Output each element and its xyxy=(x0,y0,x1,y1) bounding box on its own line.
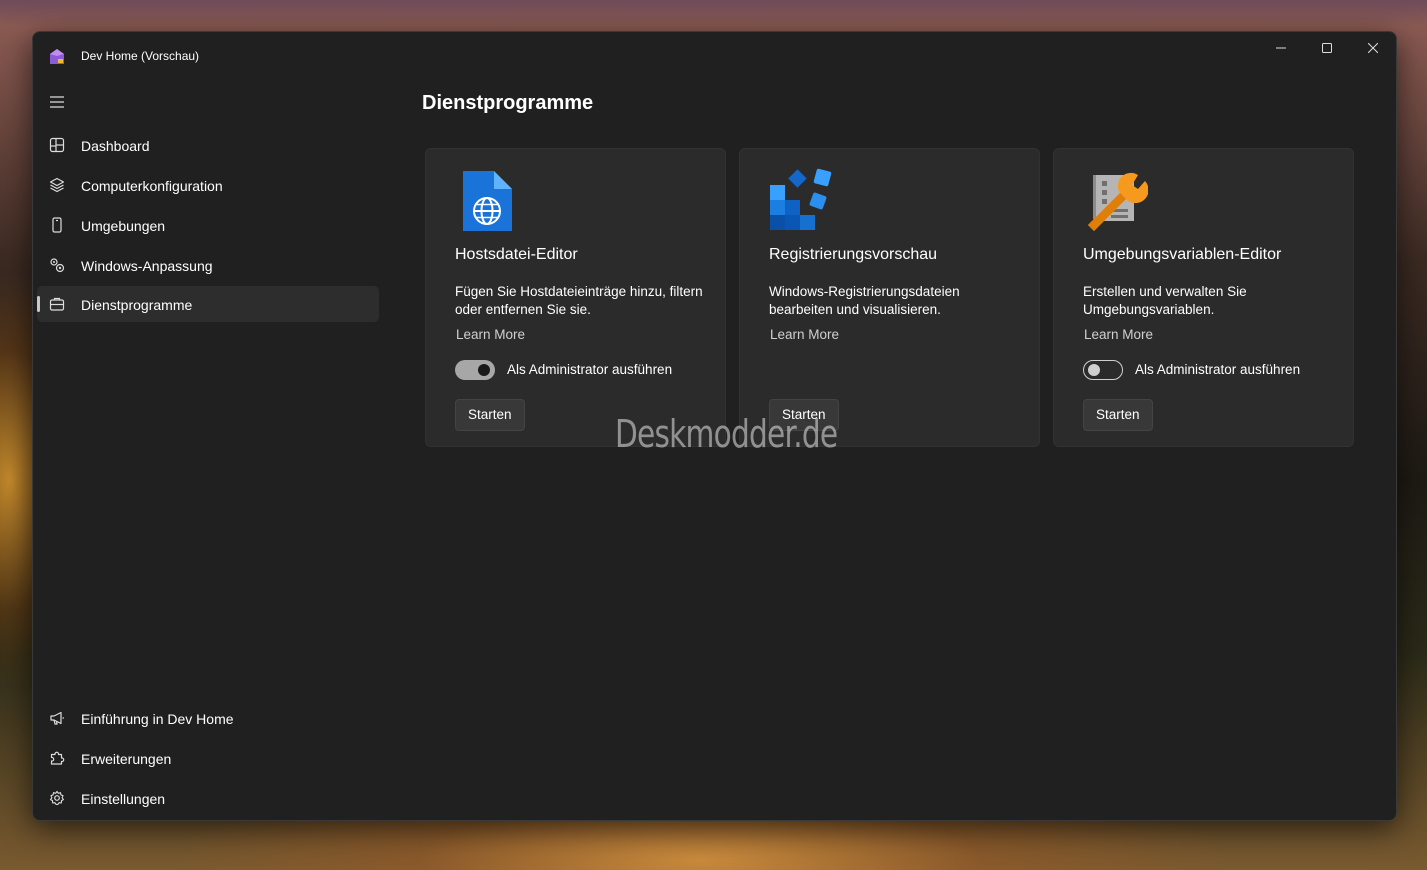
run-as-admin-toggle[interactable] xyxy=(455,360,495,380)
watermark-text: Deskmodder.de xyxy=(615,412,838,456)
run-as-admin-toggle[interactable] xyxy=(1083,360,1123,380)
megaphone-icon xyxy=(50,711,64,725)
menu-toggle-button[interactable] xyxy=(45,90,69,114)
nav-item-computerkonfiguration[interactable]: Computerkonfiguration xyxy=(37,167,379,203)
utility-name: Umgebungsvariablen-Editor xyxy=(1083,246,1282,263)
maximize-icon xyxy=(1322,43,1332,53)
utility-name: Registrierungsvorschau xyxy=(769,246,938,263)
nav-item-dienstprogramme[interactable]: Dienstprogramme xyxy=(37,286,379,322)
hamburger-icon xyxy=(50,96,64,108)
nav-item-label: Umgebungen xyxy=(81,218,166,234)
start-button[interactable]: Starten xyxy=(1083,399,1153,431)
dev-home-app-icon xyxy=(50,49,64,64)
utility-card-registry-preview: Registrierungsvorschau Windows-Registrie… xyxy=(739,148,1040,447)
nav-item-label: Einführung in Dev Home xyxy=(81,711,234,727)
registry-preview-icon xyxy=(770,168,832,230)
utility-card-hosts-editor: Hostsdatei-Editor Fügen Sie Hostdateiein… xyxy=(425,148,726,447)
minimize-button[interactable] xyxy=(1258,32,1304,64)
utility-description: Erstellen und verwalten Sie Umgebungsvar… xyxy=(1083,284,1247,317)
utility-card-env-variables-editor: Umgebungsvariablen-Editor Erstellen und … xyxy=(1053,148,1354,447)
selection-indicator xyxy=(37,296,40,312)
nav-item-label: Computerkonfiguration xyxy=(81,178,223,194)
nav-item-label: Windows-Anpassung xyxy=(81,258,213,274)
utility-name: Hostsdatei-Editor xyxy=(455,246,578,263)
nav-item-erweiterungen[interactable]: Erweiterungen xyxy=(37,740,379,776)
puzzle-icon xyxy=(50,751,65,765)
run-as-admin-label: Als Administrator ausführen xyxy=(507,362,673,377)
customize-icon xyxy=(50,258,65,273)
maximize-button[interactable] xyxy=(1304,32,1350,64)
device-icon xyxy=(52,217,62,233)
nav-item-label: Dienstprogramme xyxy=(81,297,193,313)
nav-item-einstellungen[interactable]: Einstellungen xyxy=(37,780,379,816)
close-icon xyxy=(1368,43,1378,53)
nav-item-windows-anpassung[interactable]: Windows-Anpassung xyxy=(37,247,379,283)
hosts-file-icon xyxy=(463,171,512,231)
nav-item-einfuehrung[interactable]: Einführung in Dev Home xyxy=(37,700,379,736)
start-button[interactable]: Starten xyxy=(455,399,525,431)
learn-more-link[interactable]: Learn More xyxy=(770,327,839,342)
run-as-admin-label: Als Administrator ausführen xyxy=(1135,362,1301,377)
dashboard-icon xyxy=(49,137,65,153)
nav-item-label: Einstellungen xyxy=(81,791,166,807)
close-button[interactable] xyxy=(1350,32,1396,64)
utility-description: Windows-Registrierungsdateien bearbeiten… xyxy=(769,284,960,317)
layers-icon xyxy=(49,177,65,193)
gear-icon xyxy=(49,790,65,806)
title-bar[interactable]: Dev Home (Vorschau) xyxy=(33,32,1396,80)
page-title: Dienstprogramme xyxy=(422,92,594,114)
learn-more-link[interactable]: Learn More xyxy=(1084,327,1153,342)
utility-description: Fügen Sie Hostdateieinträge hinzu, filte… xyxy=(455,284,703,317)
toolbox-icon xyxy=(49,297,65,311)
nav-item-label: Erweiterungen xyxy=(81,751,172,767)
learn-more-link[interactable]: Learn More xyxy=(456,327,525,342)
app-title: Dev Home (Vorschau) xyxy=(81,49,200,63)
nav-item-umgebungen[interactable]: Umgebungen xyxy=(37,207,379,243)
nav-item-dashboard[interactable]: Dashboard xyxy=(37,127,379,163)
minimize-icon xyxy=(1276,47,1286,49)
dev-home-window: Dev Home (Vorschau) Dashboard Computerko… xyxy=(32,31,1397,821)
env-variables-icon xyxy=(1088,172,1148,231)
nav-item-label: Dashboard xyxy=(81,138,150,154)
